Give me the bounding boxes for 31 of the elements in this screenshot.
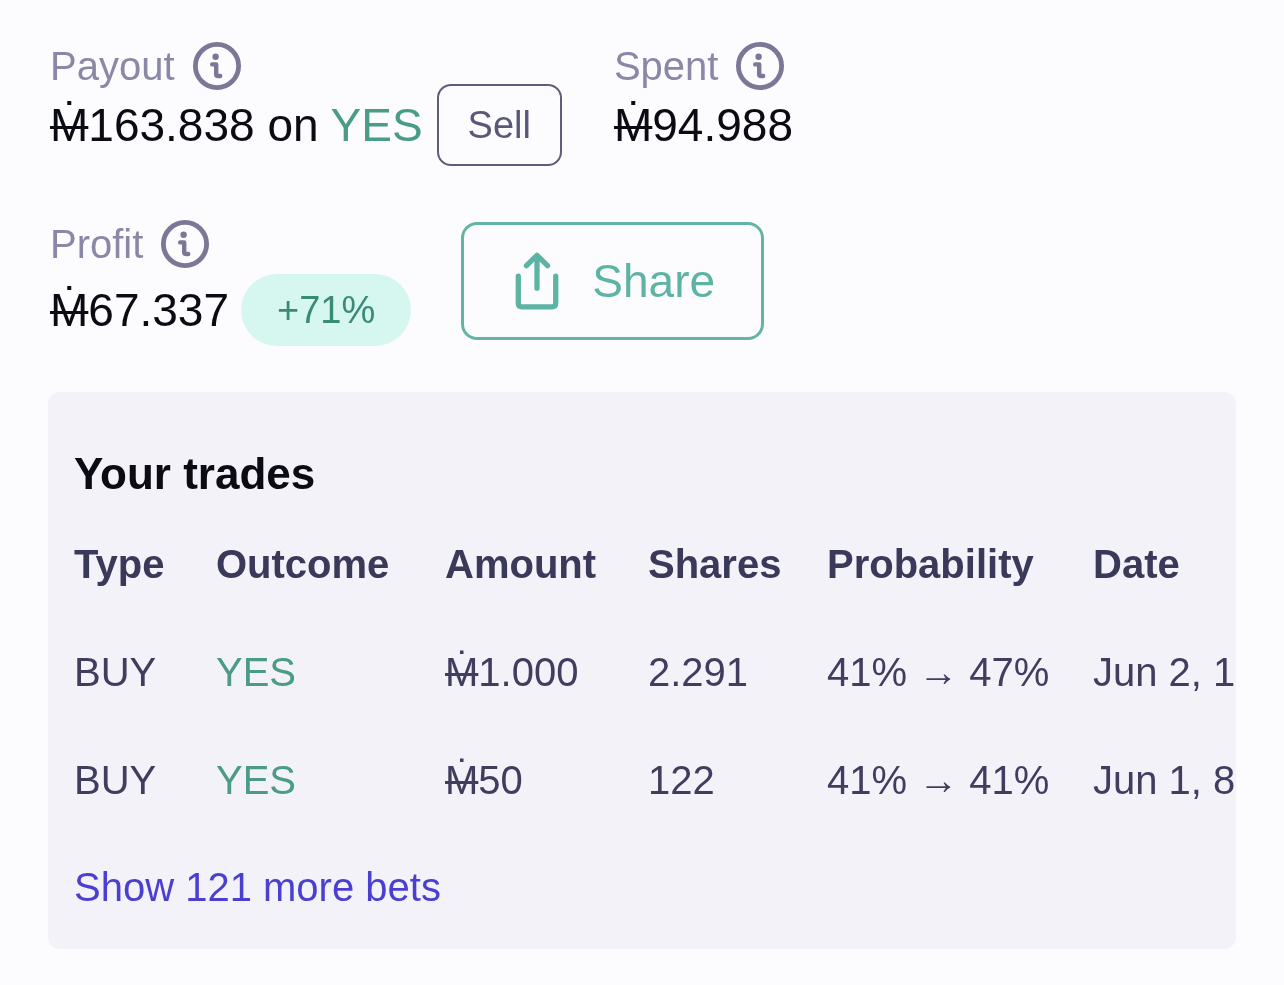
sell-button[interactable]: Sell	[436, 84, 562, 166]
table-cell-text: BUY	[74, 648, 158, 696]
percent-change-badge: +71%	[241, 274, 412, 346]
payout-value: Ṁ163.838 on YES	[50, 98, 423, 153]
table-cell-text: BUY	[74, 756, 158, 804]
table-cell-text: Ṁ50	[445, 756, 524, 804]
show-more-link[interactable]: Show 121 more bets	[74, 863, 441, 911]
table-cell: YES	[216, 726, 445, 834]
table-cell: 122	[648, 726, 827, 834]
section-title: Your trades	[74, 448, 316, 500]
table-cell-text: Jun 2, 1	[1093, 648, 1233, 696]
table-cell: 41% → 47%	[827, 618, 1093, 726]
stat-label: Profit	[50, 221, 144, 268]
column-header: Probability	[827, 540, 1035, 588]
stat-label: Payout	[50, 43, 175, 90]
table-cell: YES	[216, 618, 445, 726]
profit-value: Ṁ67.337	[50, 283, 230, 338]
column-header: Date	[1093, 540, 1181, 588]
column-header: Type	[74, 540, 166, 588]
info-icon[interactable]	[736, 42, 785, 90]
column-header: Shares	[648, 540, 783, 588]
column-header: Outcome	[216, 540, 391, 588]
spent-value: Ṁ94.988	[613, 98, 793, 153]
info-icon[interactable]	[192, 42, 241, 90]
stat-label: Spent	[613, 43, 719, 90]
table-cell-text: Jun 1, 8	[1093, 756, 1233, 804]
column-header: Amount	[445, 540, 598, 588]
table-cell-text: Ṁ1.000	[445, 648, 580, 696]
info-icon[interactable]	[161, 220, 210, 268]
table-cell: 41% → 41%	[827, 726, 1093, 834]
table-cell: 2.291	[648, 618, 827, 726]
